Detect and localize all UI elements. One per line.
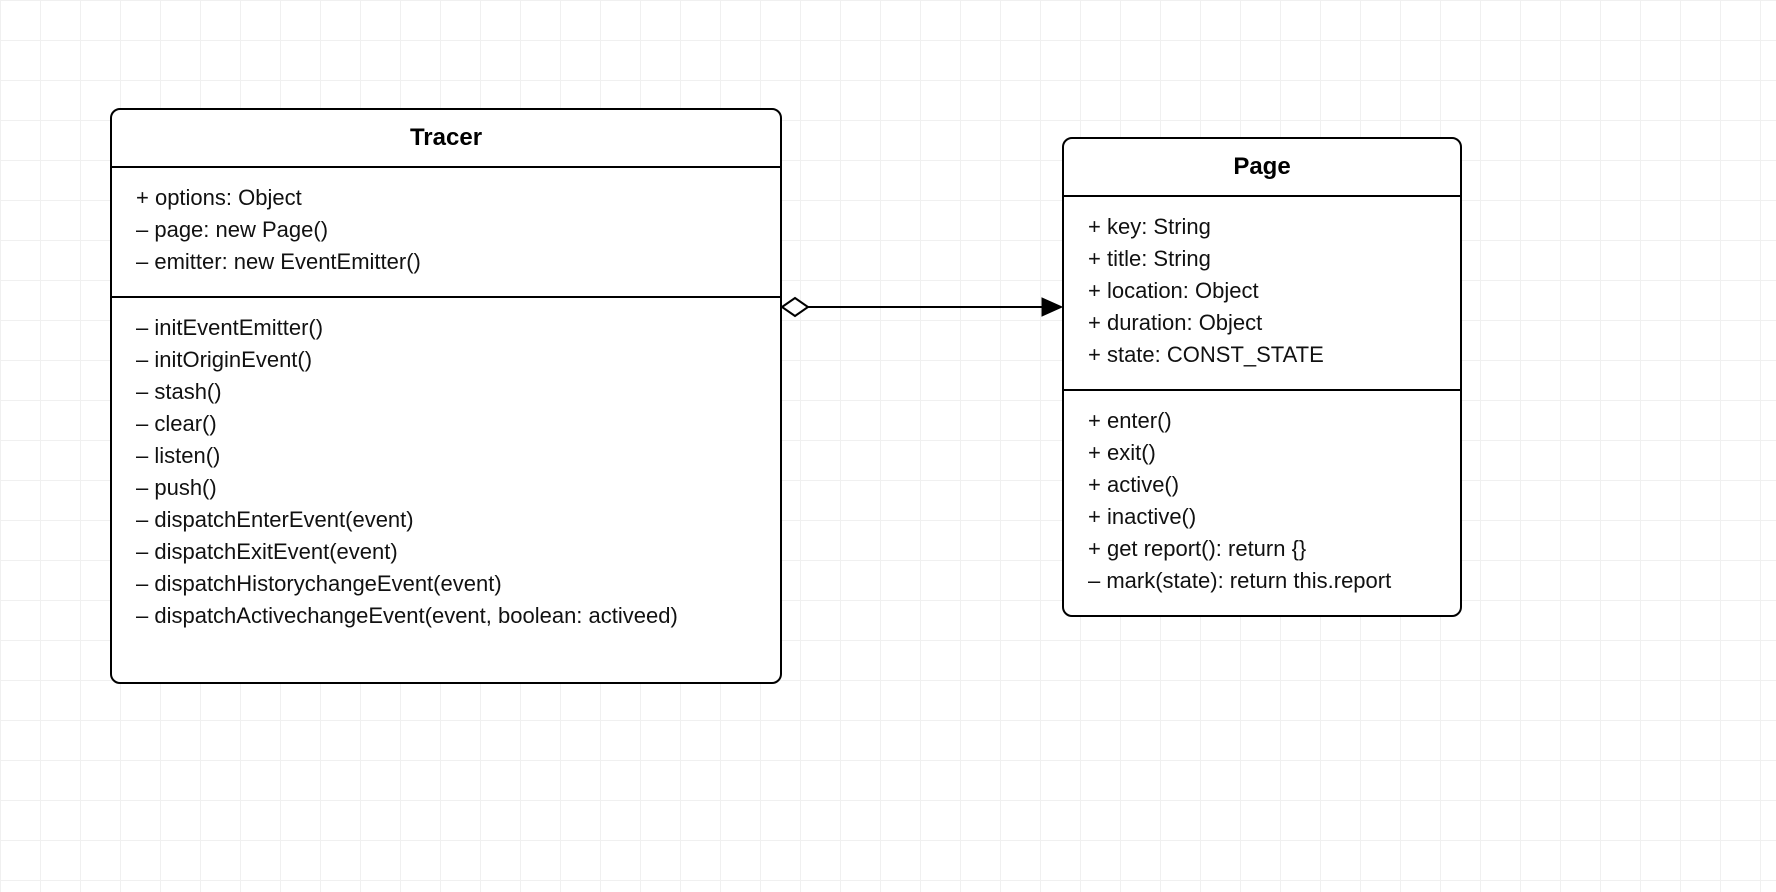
- uml-attribute: + key: String: [1088, 211, 1436, 243]
- uml-attribute: + state: CONST_STATE: [1088, 339, 1436, 371]
- uml-method: + exit(): [1088, 437, 1436, 469]
- arrowhead-icon: [1042, 298, 1062, 316]
- uml-method: – initEventEmitter(): [136, 312, 756, 344]
- uml-methods-section: + enter() + exit() + active() + inactive…: [1064, 391, 1460, 615]
- uml-attribute: – page: new Page(): [136, 214, 756, 246]
- uml-method: – mark(state): return this.report: [1088, 565, 1436, 597]
- uml-attribute: – emitter: new EventEmitter(): [136, 246, 756, 278]
- uml-class-tracer[interactable]: Tracer + options: Object – page: new Pag…: [110, 108, 782, 684]
- uml-method: – dispatchHistorychangeEvent(event): [136, 568, 756, 600]
- uml-method: + enter(): [1088, 405, 1436, 437]
- diagram-canvas: Tracer + options: Object – page: new Pag…: [0, 0, 1776, 892]
- uml-method: + active(): [1088, 469, 1436, 501]
- aggregation-connector: [762, 287, 1082, 327]
- uml-method: – dispatchExitEvent(event): [136, 536, 756, 568]
- uml-attribute: + duration: Object: [1088, 307, 1436, 339]
- uml-attribute: + location: Object: [1088, 275, 1436, 307]
- uml-attributes-section: + key: String + title: String + location…: [1064, 197, 1460, 391]
- uml-attribute: + title: String: [1088, 243, 1436, 275]
- uml-method: – stash(): [136, 376, 756, 408]
- uml-attributes-section: + options: Object – page: new Page() – e…: [112, 168, 780, 298]
- aggregation-diamond-icon: [782, 298, 808, 316]
- uml-method: + inactive(): [1088, 501, 1436, 533]
- uml-method: – initOriginEvent(): [136, 344, 756, 376]
- uml-class-title: Page: [1064, 139, 1460, 197]
- uml-method: – push(): [136, 472, 756, 504]
- uml-method: – dispatchEnterEvent(event): [136, 504, 756, 536]
- uml-class-page[interactable]: Page + key: String + title: String + loc…: [1062, 137, 1462, 617]
- uml-method: – listen(): [136, 440, 756, 472]
- uml-methods-section: – initEventEmitter() – initOriginEvent()…: [112, 298, 780, 650]
- uml-class-title: Tracer: [112, 110, 780, 168]
- uml-attribute: + options: Object: [136, 182, 756, 214]
- uml-method: – clear(): [136, 408, 756, 440]
- uml-method: – dispatchActivechangeEvent(event, boole…: [136, 600, 756, 632]
- uml-method: + get report(): return {}: [1088, 533, 1436, 565]
